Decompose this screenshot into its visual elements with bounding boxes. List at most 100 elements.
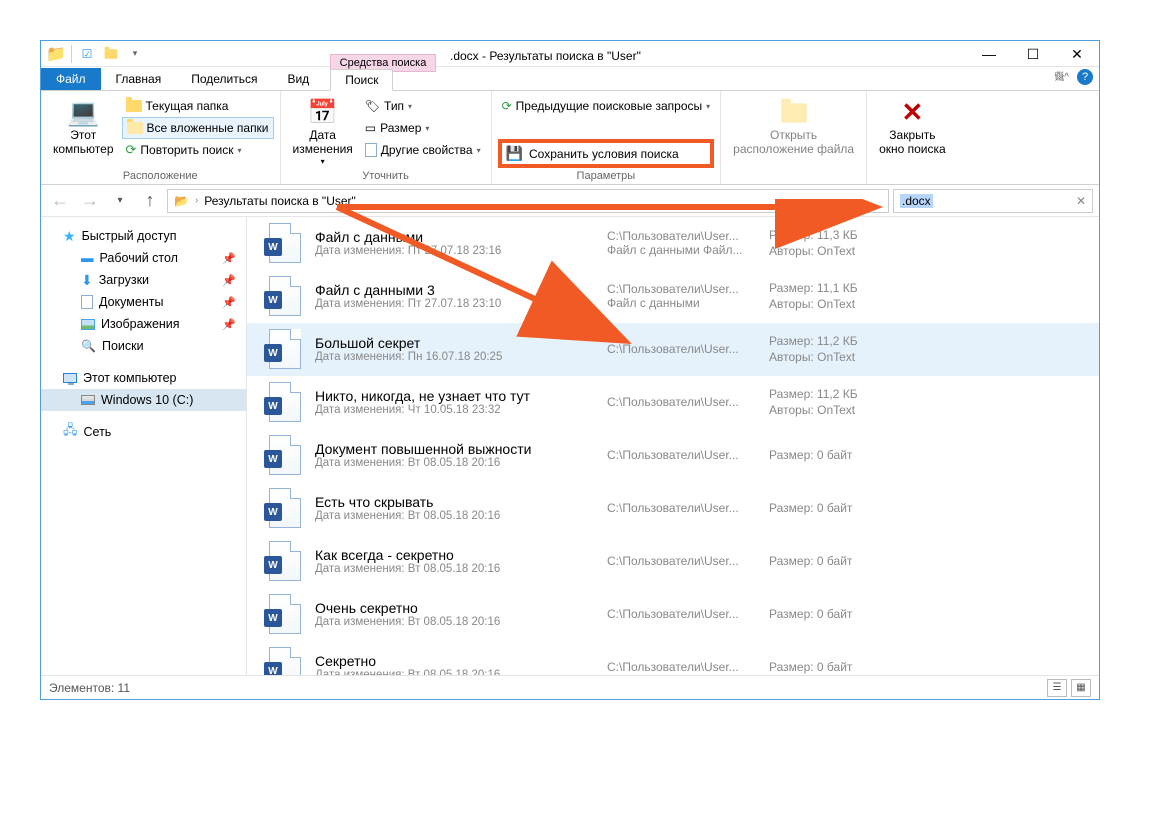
file-size: Размер: 0 байт [769,447,852,463]
view-large-icons-button[interactable]: ▦ [1071,679,1091,697]
tab-search[interactable]: Поиск [330,69,393,91]
result-row[interactable]: WДокумент повышенной выжностиДата измене… [247,429,1099,482]
nav-back-button[interactable]: ← [47,188,73,214]
file-author: Авторы: OnText [769,243,858,259]
pin-icon: 📌 [222,318,236,331]
nav-downloads[interactable]: ⬇Загрузки📌 [41,269,246,291]
nav-documents[interactable]: Документы📌 [41,291,246,313]
kind-button[interactable]: 🏷Тип▾ [361,95,485,117]
pin-icon: 📌 [222,296,236,309]
result-row[interactable]: WБольшой секретДата изменения: Пн 16.07.… [247,323,1099,376]
repeat-search-button[interactable]: ⟳Повторить поиск▾ [122,139,274,161]
titlebar: 📁 ☑ ▾ Средства поиска .docx - Результаты… [41,41,1099,67]
result-row[interactable]: WСекретноДата изменения: Вт 08.05.18 20:… [247,641,1099,675]
file-name: Файл с данными 3 [315,282,593,298]
result-row[interactable]: WОчень секретноДата изменения: Вт 08.05.… [247,588,1099,641]
nav-searches[interactable]: 🔍Поиски [41,335,246,357]
ribbon-group-location: 💻 Этот компьютер Текущая папка Все вложе… [41,91,281,184]
pin-icon: 📌 [222,252,236,265]
file-path: C:\Пользователи\User... [607,229,755,243]
nav-up-button[interactable]: ↑ [137,188,163,214]
save-search-button[interactable]: 💾 Сохранить условия поиска [498,139,715,168]
tab-share[interactable]: Поделиться [176,68,272,90]
tab-home[interactable]: Главная [101,68,177,90]
result-row[interactable]: WКак всегда - секретноДата изменения: Вт… [247,535,1099,588]
body: ★Быстрый доступ ▬Рабочий стол📌 ⬇Загрузки… [41,217,1099,675]
window-controls: — ☐ ✕ [967,41,1099,67]
qat-properties-icon[interactable]: ☑ [76,43,98,65]
result-row[interactable]: WЕсть что скрыватьДата изменения: Вт 08.… [247,482,1099,535]
current-folder-button[interactable]: Текущая папка [122,95,274,117]
other-properties-button[interactable]: Другие свойства▾ [361,139,485,161]
history-icon: ⟳ [502,99,512,113]
doc-icon [365,143,377,157]
window-title: .docx - Результаты поиска в "User" [450,44,641,63]
file-name: Никто, никогда, не узнает что тут [315,388,593,404]
file-size: Размер: 0 байт [769,500,852,516]
calendar-icon: 📅 [307,97,339,129]
ribbon: 💻 Этот компьютер Текущая папка Все вложе… [41,91,1099,185]
desktop-icon: ▬ [81,251,94,265]
tab-view[interactable]: Вид [272,68,324,90]
file-size: Размер: 11,2 КБ [769,386,858,402]
pc-icon [63,373,77,383]
qat-customize-icon[interactable]: ▾ [124,43,146,65]
results-list: WФайл с даннымиДата изменения: Пт 27.07.… [247,217,1099,675]
nav-this-pc[interactable]: Этот компьютер [41,367,246,389]
file-path: C:\Пользователи\User... [607,607,755,621]
view-details-button[interactable]: ☰ [1047,679,1067,697]
result-row[interactable]: WФайл с даннымиДата изменения: Пт 27.07.… [247,217,1099,270]
file-author: Авторы: OnText [769,402,858,418]
folder-up-icon [778,97,810,129]
tab-file[interactable]: Файл [41,68,101,90]
file-path: C:\Пользователи\User... [607,342,755,356]
nav-quick-access[interactable]: ★Быстрый доступ [41,225,246,247]
ribbon-collapse-icon[interactable]: 𘚟^ [1054,71,1069,83]
nav-network[interactable]: 🖧Сеть [41,421,246,443]
doc-icon [81,295,93,309]
search-box[interactable]: .docx ✕ [893,189,1093,213]
clear-search-icon[interactable]: ✕ [1076,194,1086,208]
maximize-button[interactable]: ☐ [1011,41,1055,67]
recent-searches-button[interactable]: ⟳Предыдущие поисковые запросы▾ [498,95,715,117]
all-subfolders-button[interactable]: Все вложенные папки [122,117,274,139]
pin-icon: 📌 [222,274,236,287]
qat-explorer-icon[interactable]: 📁 [45,43,67,65]
file-name: Как всегда - секретно [315,547,593,563]
result-row[interactable]: WНикто, никогда, не узнает что тутДата и… [247,376,1099,429]
minimize-button[interactable]: — [967,41,1011,67]
file-size: Размер: 0 байт [769,606,852,622]
result-row[interactable]: WФайл с данными 3Дата изменения: Пт 27.0… [247,270,1099,323]
ribbon-group-open-location: Открыть расположение файла [721,91,867,184]
file-name: Файл с данными [315,229,593,245]
file-date: Дата изменения: Вт 08.05.18 20:16 [315,563,593,575]
nav-forward-button[interactable]: → [77,188,103,214]
file-size: Размер: 11,3 КБ [769,227,858,243]
view-switcher: ☰ ▦ [1047,679,1091,697]
date-modified-button[interactable]: 📅 Дата изменения▾ [287,95,359,168]
close-search-button[interactable]: ✕ Закрыть окно поиска [873,95,952,159]
qat-new-folder-icon[interactable] [100,43,122,65]
monitor-icon: 💻 [67,97,99,129]
help-icon[interactable]: ? [1077,69,1093,85]
nav-history-button[interactable]: ▾ [107,188,133,214]
file-snippet: Файл с данными [607,296,755,310]
file-path: C:\Пользователи\User... [607,554,755,568]
nav-desktop[interactable]: ▬Рабочий стол📌 [41,247,246,269]
size-button[interactable]: ▭Размер▾ [361,117,485,139]
navigation-pane: ★Быстрый доступ ▬Рабочий стол📌 ⬇Загрузки… [41,217,247,675]
search-results-icon: 📂 [174,194,189,208]
file-size: Размер: 0 байт [769,553,852,569]
nav-pictures[interactable]: Изображения📌 [41,313,246,335]
close-button[interactable]: ✕ [1055,41,1099,67]
ribbon-group-close-search: ✕ Закрыть окно поиска [867,91,958,184]
address-bar[interactable]: 📂 › Результаты поиска в "User" [167,189,889,213]
search-icon: 🔍 [81,339,96,353]
this-pc-button[interactable]: 💻 Этот компьютер [47,95,120,159]
explorer-window: 📁 ☑ ▾ Средства поиска .docx - Результаты… [40,40,1100,700]
file-date: Дата изменения: Вт 08.05.18 20:16 [315,669,593,675]
file-path: C:\Пользователи\User... [607,660,755,674]
docx-file-icon: W [269,647,301,675]
nav-drive-c[interactable]: Windows 10 (C:) [41,389,246,411]
network-icon: 🖧 [63,421,78,443]
